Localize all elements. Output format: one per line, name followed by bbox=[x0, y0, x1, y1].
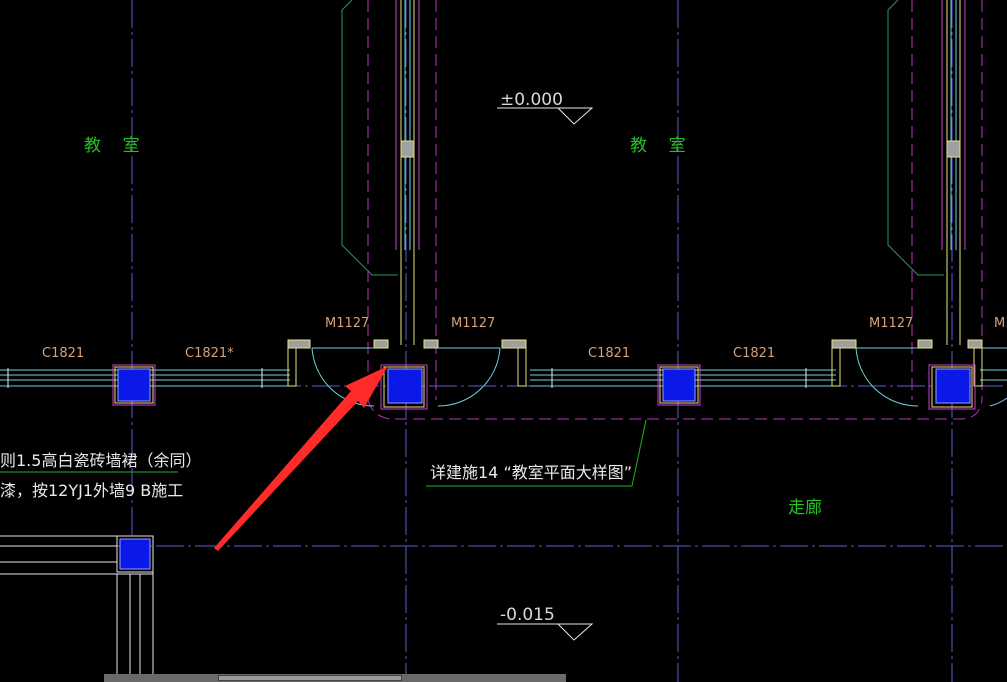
horizontal-scrollbar[interactable] bbox=[104, 674, 566, 682]
scrollbar-thumb[interactable] bbox=[218, 675, 402, 681]
note-line-1: 则1.5高白瓷砖墙裙（余同） bbox=[0, 451, 201, 470]
door-tag-4: M1 bbox=[994, 316, 1007, 331]
room-label-classroom-right: 教 室 bbox=[630, 136, 686, 156]
note-reference: 详建施14 “教室平面大样图” bbox=[430, 463, 632, 482]
corridor-wall bbox=[0, 368, 1007, 388]
room-label-classroom-left: 教 室 bbox=[84, 136, 140, 156]
window-tag-2: C1821* bbox=[185, 346, 234, 361]
elevation-top: ±0.000 bbox=[500, 90, 563, 110]
elevation-markers bbox=[497, 107, 594, 641]
note-line-2: 漆，按12YJ1外墙9 B施工 bbox=[0, 481, 183, 500]
dashed-reference-lines bbox=[367, 0, 983, 420]
door-tag-2: M1127 bbox=[451, 316, 495, 331]
window-tag-3: C1821 bbox=[588, 346, 630, 361]
cad-floor-plan: 教 室 教 室 走廊 ±0.000 -0.015 C1821 C1821* C1… bbox=[0, 0, 1007, 682]
red-arrow-annotation bbox=[214, 366, 388, 551]
elevation-bottom: -0.015 bbox=[500, 605, 555, 625]
window-tag-4: C1821 bbox=[733, 346, 775, 361]
door-tag-3: M1127 bbox=[869, 316, 913, 331]
partition-walls bbox=[395, 0, 966, 345]
window-tag-1: C1821 bbox=[42, 346, 84, 361]
room-label-corridor: 走廊 bbox=[788, 498, 822, 518]
door-tag-1: M1127 bbox=[325, 316, 369, 331]
